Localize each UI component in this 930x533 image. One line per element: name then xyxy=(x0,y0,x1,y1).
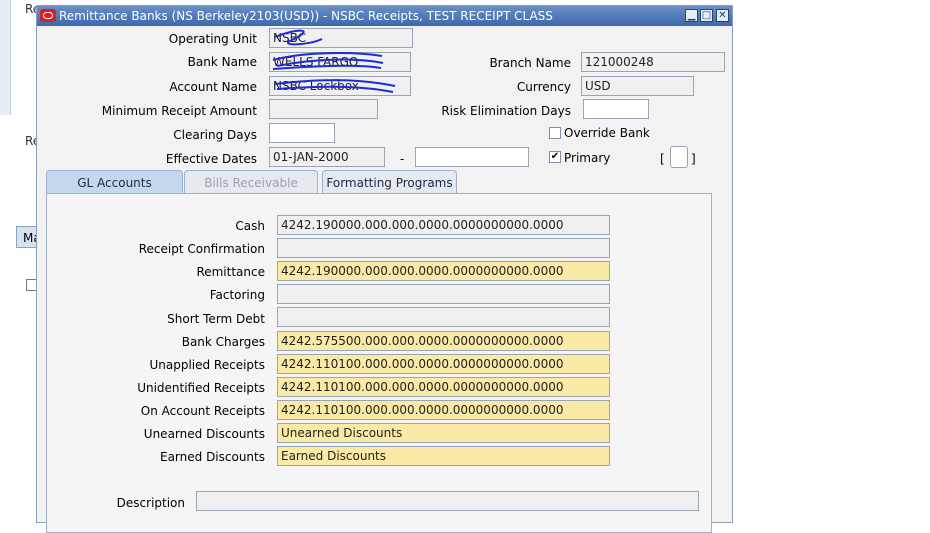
unidentified-receipts-field[interactable]: 4242.110100.000.000.0000.0000000000.0000 xyxy=(277,377,610,397)
unapplied-receipts-field[interactable]: 4242.110100.000.000.0000.0000000000.0000 xyxy=(277,354,610,374)
risk-elimination-days-field[interactable] xyxy=(583,99,649,119)
minimum-receipt-field[interactable] xyxy=(269,99,378,119)
remittance-banks-window: Remittance Banks (NS Berkeley2103(USD)) … xyxy=(36,5,733,533)
bank-name-label: Bank Name xyxy=(187,55,257,69)
bank-name-field[interactable]: WELLS FARGO xyxy=(269,52,411,72)
tab-formatting-programs[interactable]: Formatting Programs xyxy=(322,170,457,194)
branch-name-label: Branch Name xyxy=(489,56,571,70)
effective-dates-label: Effective Dates xyxy=(165,152,257,166)
unapplied-receipts-label: Unapplied Receipts xyxy=(149,358,265,372)
tab-bills-receivable: Bills Receivable xyxy=(184,170,318,194)
remittance-label: Remittance xyxy=(196,265,265,279)
close-button[interactable]: ✕ xyxy=(716,9,729,22)
factoring-label: Factoring xyxy=(209,288,265,302)
descriptive-flexfield[interactable] xyxy=(670,146,688,168)
operating-unit-field[interactable]: NSBC xyxy=(269,28,413,48)
gl-accounts-panel: Cash 4242.190000.000.000.0000.0000000000… xyxy=(46,193,712,533)
title-bar[interactable]: Remittance Banks (NS Berkeley2103(USD)) … xyxy=(37,6,732,26)
window-title: Remittance Banks (NS Berkeley2103(USD)) … xyxy=(59,9,553,23)
oracle-logo-icon xyxy=(40,9,56,22)
clearing-days-label: Clearing Days xyxy=(173,128,257,142)
flexfield-bracket-close: ] xyxy=(691,152,696,166)
effective-to-field[interactable] xyxy=(415,147,529,167)
primary-checkbox[interactable]: ✔ xyxy=(549,151,561,163)
minimum-receipt-label: Minimum Receipt Amount xyxy=(101,104,257,118)
description-label: Description xyxy=(116,496,185,510)
override-bank-checkbox[interactable] xyxy=(549,127,561,139)
earned-discounts-field[interactable]: Earned Discounts xyxy=(277,446,610,466)
cash-label: Cash xyxy=(235,219,265,233)
cash-field[interactable]: 4242.190000.000.000.0000.0000000000.0000 xyxy=(277,215,610,235)
short-term-debt-label: Short Term Debt xyxy=(167,312,265,326)
factoring-field[interactable] xyxy=(277,284,610,304)
minimize-button[interactable]: ▁ xyxy=(685,9,698,22)
tab-gl-accounts[interactable]: GL Accounts xyxy=(46,170,183,194)
account-name-label: Account Name xyxy=(169,80,257,94)
description-field[interactable] xyxy=(196,491,699,511)
bank-charges-field[interactable]: 4242.575500.000.000.0000.0000000000.0000 xyxy=(277,331,610,351)
parent-window-edge xyxy=(0,0,11,115)
earned-discounts-label: Earned Discounts xyxy=(159,450,265,464)
receipt-confirmation-label: Receipt Confirmation xyxy=(138,242,265,256)
clearing-days-field[interactable] xyxy=(269,123,335,143)
risk-elimination-days-label: Risk Elimination Days xyxy=(441,104,571,118)
currency-field[interactable]: USD xyxy=(581,76,694,96)
operating-unit-label: Operating Unit xyxy=(168,32,257,46)
effective-from-field[interactable]: 01-JAN-2000 xyxy=(269,147,385,167)
unidentified-receipts-label: Unidentified Receipts xyxy=(137,381,265,395)
unearned-discounts-label: Unearned Discounts xyxy=(143,427,265,441)
date-separator: - xyxy=(400,152,405,166)
unearned-discounts-field[interactable]: Unearned Discounts xyxy=(277,423,610,443)
flexfield-bracket-open: [ xyxy=(660,152,665,166)
on-account-receipts-field[interactable]: 4242.110100.000.000.0000.0000000000.0000 xyxy=(277,400,610,420)
on-account-receipts-label: On Account Receipts xyxy=(140,404,265,418)
receipt-confirmation-field[interactable] xyxy=(277,238,610,258)
override-bank-label: Override Bank xyxy=(564,126,650,140)
primary-label: Primary xyxy=(564,151,611,165)
bank-charges-label: Bank Charges xyxy=(181,335,265,349)
maximize-button[interactable]: □ xyxy=(700,9,713,22)
short-term-debt-field[interactable] xyxy=(277,307,610,327)
currency-label: Currency xyxy=(516,80,571,94)
branch-name-field[interactable]: 121000248 xyxy=(581,52,725,72)
remittance-field[interactable]: 4242.190000.000.000.0000.0000000000.0000 xyxy=(277,261,610,281)
account-name-field[interactable]: NSBC Lockbox xyxy=(269,76,411,96)
